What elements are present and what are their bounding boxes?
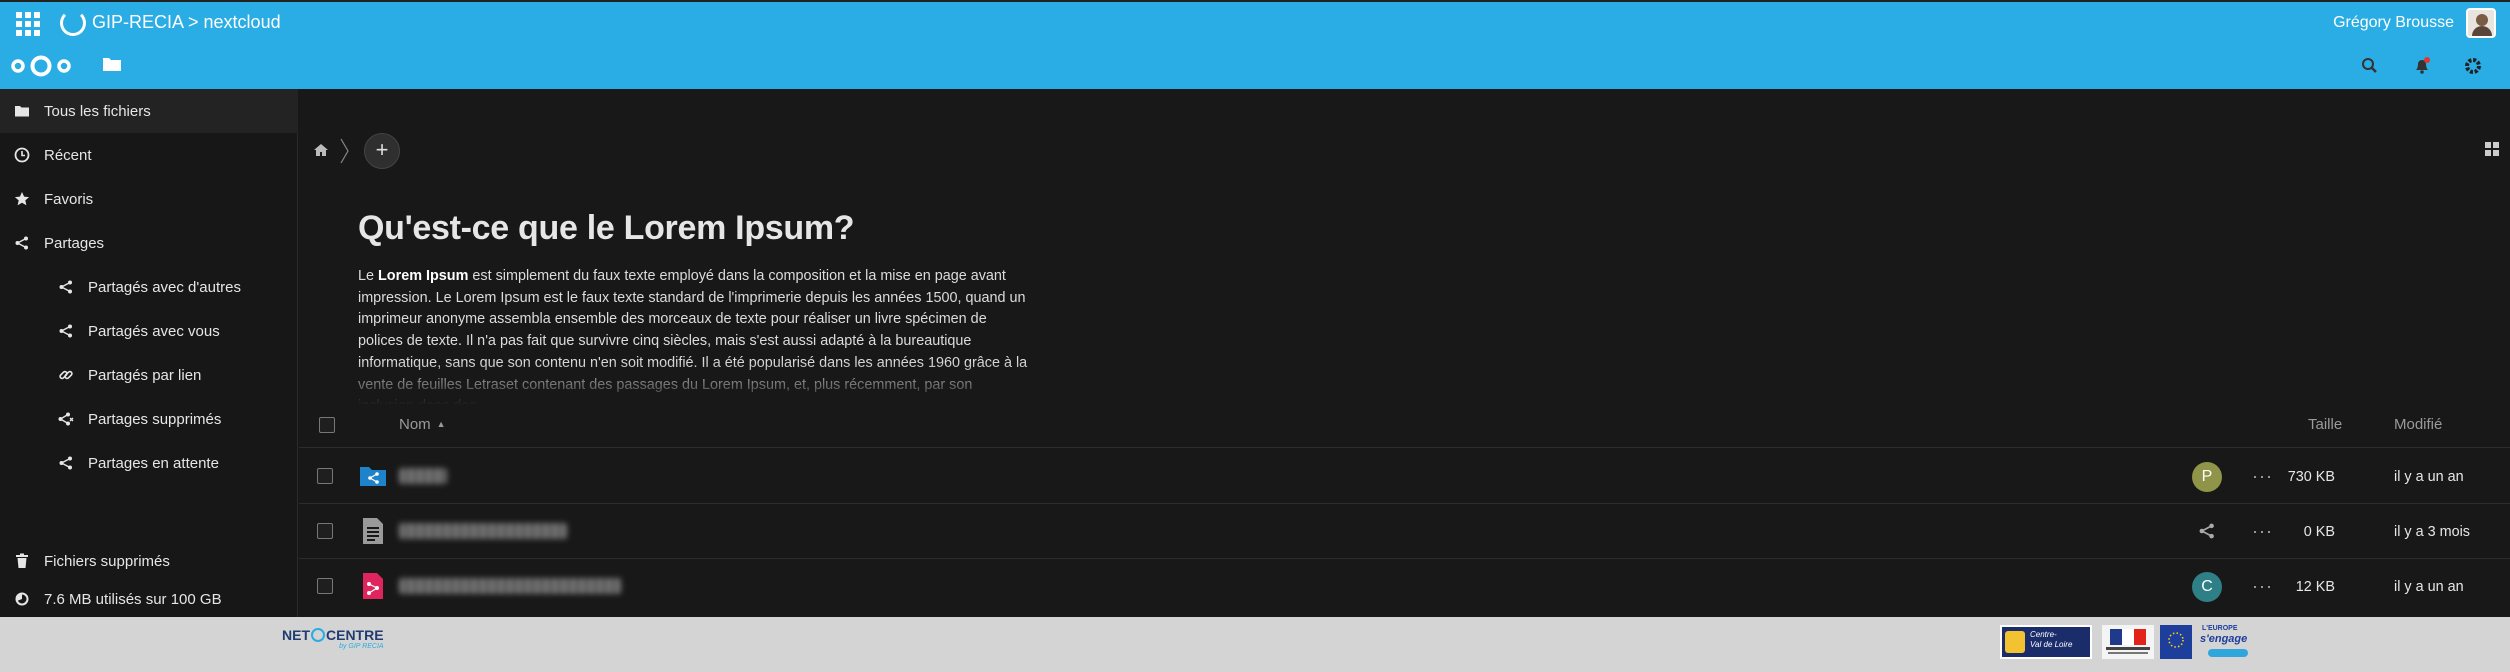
user-name[interactable]: Grégory Brousse	[2333, 14, 2454, 32]
col-name-label: Nom	[399, 416, 431, 433]
quota-label: 7.6 MB utilisés sur 100 GB	[44, 590, 222, 608]
file-size: 12 KB	[2295, 579, 2335, 595]
add-new-button[interactable]: +	[364, 133, 400, 169]
nextcloud-logo[interactable]	[10, 54, 72, 78]
centre-val-de-loire-logo[interactable]: Centre- Val de Loire	[2000, 625, 2092, 659]
sidebar-item-shares[interactable]: Partages	[0, 221, 298, 265]
netocentre-sub: by GIP RECIA	[339, 643, 384, 650]
files-main: + Qu'est-ce que le Lorem Ipsum? Le Lorem…	[299, 89, 2510, 617]
readme-bold: Lorem Ipsum	[378, 268, 469, 284]
sidebar-item-shared-with-you[interactable]: Partagés avec vous	[0, 309, 298, 353]
sidebar-item-label: Fichiers supprimés	[44, 552, 170, 570]
share-icon	[44, 441, 88, 485]
sort-by-name[interactable]: Nom ▲	[399, 416, 446, 433]
settings-icon[interactable]	[2462, 55, 2484, 77]
sidebar-item-recent[interactable]: Récent	[0, 133, 298, 177]
sort-asc-icon: ▲	[436, 419, 446, 429]
portal-title[interactable]: GIP-RECIA > nextcloud	[92, 12, 281, 33]
portal-footer: NET CENTRE by GIP RECIA Centre- Val de Loi…	[0, 617, 2510, 672]
breadcrumb-separator-icon	[340, 138, 349, 164]
file-size: 0 KB	[2303, 524, 2335, 540]
readme-prefix: Le	[358, 268, 379, 284]
share-icon	[44, 309, 88, 353]
row-checkbox[interactable]	[317, 578, 333, 594]
file-name-redacted[interactable]	[399, 523, 567, 539]
readme-panel: Qu'est-ce que le Lorem Ipsum? Le Lorem I…	[358, 209, 1028, 405]
share-deleted-icon	[44, 397, 88, 441]
notifications-icon[interactable]	[2411, 55, 2433, 77]
sidebar-item-label: Partagés avec d'autres	[88, 278, 241, 296]
sidebar-item-label: Partagés par lien	[88, 366, 202, 384]
table-row[interactable]: P ··· 730 KB il y a un an	[299, 449, 2510, 504]
netocentre-logo[interactable]: NET CENTRE by GIP RECIA	[282, 627, 384, 650]
sidebar: Tous les fichiers Récent Favoris Partage…	[0, 89, 298, 617]
files-icon[interactable]	[102, 56, 122, 72]
netocentre-o-mark	[311, 628, 325, 642]
sidebar-item-label: Partages supprimés	[88, 410, 222, 428]
sidebar-item-label: Partagés avec vous	[88, 322, 220, 340]
grid-view-icon[interactable]	[2484, 141, 2500, 157]
table-row[interactable]: ··· 0 KB il y a 3 mois	[299, 504, 2510, 559]
portal-bar: GIP-RECIA > nextcloud Grégory Brousse	[0, 0, 2510, 42]
file-size: 730 KB	[2287, 469, 2335, 485]
sidebar-item-favorites[interactable]: Favoris	[0, 177, 298, 221]
europe-sengage-logo[interactable]: L'EUROPE s'engage	[2200, 625, 2256, 659]
nextcloud-header	[0, 42, 2510, 89]
row-checkbox[interactable]	[317, 523, 333, 539]
file-modified: il y a 3 mois	[2394, 524, 2470, 540]
row-checkbox[interactable]	[317, 468, 333, 484]
sidebar-item-label: Tous les fichiers	[44, 102, 151, 120]
link-icon	[44, 353, 88, 397]
share-icon	[0, 221, 44, 265]
diagram-file-icon	[363, 573, 383, 599]
share-owner-avatar[interactable]: P	[2192, 462, 2222, 492]
file-modified: il y a un an	[2394, 579, 2464, 595]
quota-pie-icon	[0, 577, 44, 621]
sidebar-item-label: Partages en attente	[88, 454, 219, 472]
recia-logo-icon[interactable]	[60, 10, 86, 36]
text-file-icon	[363, 518, 383, 544]
sidebar-item-all-files[interactable]: Tous les fichiers	[0, 89, 298, 133]
readme-title: Qu'est-ce que le Lorem Ipsum?	[358, 209, 855, 247]
sidebar-item-shared-by-link[interactable]: Partagés par lien	[0, 353, 298, 397]
app-grid-icon[interactable]	[16, 12, 40, 36]
sidebar-item-pending-shares[interactable]: Partages en attente	[0, 441, 298, 485]
sidebar-item-label: Récent	[44, 146, 92, 164]
share-icon[interactable]	[2199, 523, 2215, 539]
search-icon[interactable]	[2359, 55, 2381, 77]
folder-icon	[0, 89, 44, 133]
clock-icon	[0, 133, 44, 177]
share-owner-avatar[interactable]: C	[2192, 572, 2222, 602]
star-icon	[0, 177, 44, 221]
sidebar-item-label: Partages	[44, 234, 105, 252]
sidebar-item-deleted-shares[interactable]: Partages supprimés	[0, 397, 298, 441]
sort-by-size[interactable]: Taille	[2308, 416, 2342, 433]
republique-francaise-logo[interactable]	[2102, 625, 2154, 659]
select-all-checkbox[interactable]	[319, 417, 335, 433]
european-union-logo[interactable]	[2160, 625, 2192, 659]
table-row[interactable]: C ··· 12 KB il y a un an	[299, 559, 2510, 614]
quota-indicator[interactable]: 7.6 MB utilisés sur 100 GB	[0, 577, 298, 621]
share-icon	[44, 265, 88, 309]
readme-fade	[358, 361, 1028, 405]
file-modified: il y a un an	[2394, 469, 2464, 485]
file-name-redacted[interactable]	[399, 468, 447, 484]
sidebar-item-shared-with-others[interactable]: Partagés avec d'autres	[0, 265, 298, 309]
sort-by-modified[interactable]: Modifié	[2394, 416, 2442, 433]
file-name-redacted[interactable]	[399, 578, 621, 594]
user-avatar[interactable]	[2466, 8, 2496, 38]
sidebar-item-label: Favoris	[44, 190, 94, 208]
file-table-header: Nom ▲ Taille Modifié	[299, 402, 2510, 448]
home-icon[interactable]	[313, 143, 329, 157]
shared-folder-icon	[360, 467, 386, 486]
